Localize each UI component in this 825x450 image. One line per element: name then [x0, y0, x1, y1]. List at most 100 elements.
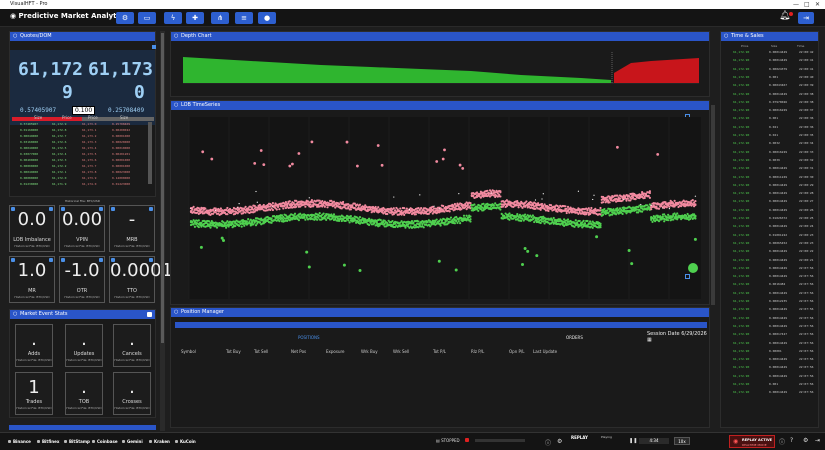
server-button[interactable]: ≡	[235, 12, 253, 24]
trade-cell: 61,172.90	[733, 232, 750, 237]
trade-row: 61,172.90 0.001 22:08:40	[727, 75, 818, 81]
ask-point	[655, 205, 658, 208]
info-icon[interactable]: ⓘ	[545, 438, 551, 447]
minimize-icon[interactable]: —	[793, 0, 799, 9]
network-button[interactable]: ⋔	[211, 12, 229, 24]
lightning-button[interactable]: ϟ	[164, 12, 182, 24]
trade-cell: 61,172.90	[733, 124, 750, 129]
gear-icon[interactable]: ⚙	[803, 437, 808, 444]
exchange-kucoin[interactable]: KuCoin	[175, 439, 196, 444]
exchange-binance[interactable]: Binance	[8, 439, 31, 444]
trade-cell: 22:08:39	[799, 83, 814, 88]
bid-point	[347, 219, 350, 222]
server-icon: ▤	[436, 438, 440, 443]
maximize-icon[interactable]: □	[804, 0, 810, 9]
bid-point	[379, 219, 382, 222]
trade-point	[640, 203, 642, 206]
orderbook-cell: 0.00049000	[20, 146, 39, 150]
trade-cell: 0.00014429	[769, 357, 788, 362]
ask-point	[351, 204, 354, 208]
tab-orders[interactable]: ORDERS	[566, 335, 583, 340]
bid-point	[578, 219, 581, 223]
trade-cell: 0.00014429	[769, 50, 788, 54]
settings-icon[interactable]	[152, 45, 156, 49]
settings-icon[interactable]	[147, 312, 152, 317]
trade-cell: 22:08:21	[799, 257, 814, 262]
collapsed-panel-header[interactable]	[9, 425, 156, 430]
bid-point	[338, 219, 341, 223]
ask-point	[374, 205, 377, 209]
trade-cell: 22:08:25	[799, 216, 814, 220]
exit-button[interactable]: ⇥	[798, 12, 814, 24]
trade-cell: 61,172.90	[733, 240, 750, 245]
ask-point	[403, 213, 406, 216]
trade-cell: 22:07:56	[799, 390, 814, 395]
trade-point	[458, 193, 460, 195]
trade-cell: 22:08:37	[799, 108, 814, 113]
orderbook-scrollbar[interactable]	[148, 122, 152, 184]
trade-cell: 61,172.90	[733, 157, 750, 162]
bid-point	[595, 235, 599, 239]
metric-value: 0.0001	[110, 260, 173, 281]
exchange-coinbase[interactable]: Coinbase	[92, 439, 118, 444]
bid-point	[243, 224, 246, 227]
position-column-header: Net Pos	[291, 349, 307, 354]
ask-point	[435, 160, 439, 163]
monitor-button[interactable]: ▭	[138, 12, 156, 24]
metric-source: Historical File: BTC/USD	[114, 295, 150, 299]
close-icon[interactable]: ✕	[815, 0, 820, 9]
info-icon[interactable]: ⓘ	[779, 437, 785, 446]
bid-point	[591, 226, 594, 229]
session-date[interactable]: Session Date 6/29/2026 ▦	[647, 331, 709, 343]
gear-icon[interactable]: ⚙	[557, 438, 562, 445]
pause-icon[interactable]: ❚❚	[629, 438, 637, 444]
exchange-bitstamp[interactable]: BitStamp	[64, 439, 90, 444]
bid-point	[444, 220, 447, 223]
app-name: Predictive Market Analytics	[18, 12, 128, 20]
bid-point	[448, 218, 451, 221]
bid-point	[325, 218, 328, 222]
trade-cell: 61,172.90	[733, 340, 750, 345]
tab-positions[interactable]: POSITIONS	[298, 335, 320, 340]
lob-scrollbar[interactable]	[711, 105, 715, 305]
trade-cell: 22:08:42	[799, 50, 814, 54]
position-manager-title: Position Manager	[181, 309, 224, 315]
stat-source: Historical File: BTC/USD	[66, 358, 102, 362]
trade-cell: 0.00014429	[769, 182, 788, 187]
trade-cell: 0.001	[769, 116, 779, 121]
top-toolbar: ◉ Predictive Market Analytics ▼ ⚙ ▭ ϟ ✚ …	[0, 9, 825, 27]
speed-selector[interactable]: 10x	[674, 437, 690, 445]
ask-point	[616, 145, 619, 149]
user-button[interactable]: ●	[258, 12, 276, 24]
exit-icon[interactable]: ⇥	[815, 437, 820, 444]
replay-active-badge[interactable]: REPLAY ACTIVE REALTIME MODE ◉	[729, 435, 775, 448]
calendar-icon[interactable]: ▦	[647, 337, 652, 343]
exchange-kraken[interactable]: Kraken	[149, 439, 170, 444]
exchange-bitfinex[interactable]: Bitfinex	[37, 439, 59, 444]
trade-cell: 22:07:56	[799, 340, 814, 345]
bid-point	[694, 215, 697, 218]
left-scrollbar[interactable]	[160, 31, 165, 431]
position-column-header: Wrk Buy	[361, 349, 378, 354]
ask-point	[665, 206, 668, 209]
help-icon[interactable]: ?	[790, 437, 793, 444]
replay-time[interactable]: 4:34	[639, 438, 669, 444]
gear-icon: ⚙	[121, 14, 129, 22]
trade-row: 61,172.90 0.001 22:07:56	[727, 382, 818, 388]
gear-button[interactable]: ⚙	[116, 12, 134, 24]
trade-cell: 0.00014429	[769, 307, 788, 312]
trade-cell: 61,172.90	[733, 257, 750, 262]
chart-settings-icon[interactable]	[685, 274, 690, 279]
trade-cell: 61,172.90	[733, 166, 750, 171]
ask-point	[461, 166, 465, 170]
left-scrollbar-thumb[interactable]	[161, 33, 164, 343]
bid-point	[473, 203, 476, 206]
bid-price-decimal: 9	[62, 82, 73, 103]
orderbook-cell: 61,173.0	[82, 122, 97, 126]
exchange-gemini[interactable]: Gemini	[122, 439, 143, 444]
plugin-button[interactable]: ✚	[186, 12, 204, 24]
orderbook-row: 0.01230000 61,171.9 61,174.0 0.01223000	[20, 182, 155, 186]
trade-cell: 61,172.90	[733, 191, 750, 196]
ask-point	[602, 201, 605, 204]
trade-row: 61,172.90 0.021 22:08:36	[727, 125, 818, 131]
